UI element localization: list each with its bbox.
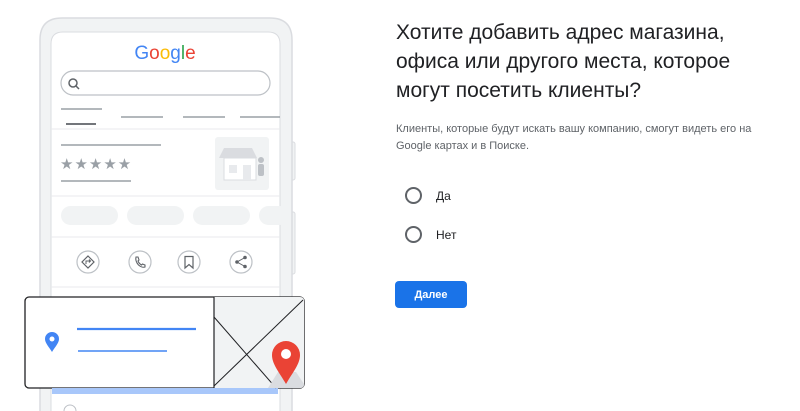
search-bar	[60, 70, 271, 96]
address-map-card	[24, 296, 305, 394]
page-description: Клиенты, которые будут искать вашу компа…	[396, 123, 752, 152]
bookmark-icon	[177, 250, 201, 274]
radio-no[interactable]	[405, 226, 422, 243]
phone-icon	[128, 250, 152, 274]
rating-stars: ★★★★★	[60, 155, 132, 173]
next-button[interactable]: Далее	[395, 281, 467, 308]
share-icon	[229, 250, 253, 274]
option-yes[interactable]: Да	[405, 187, 451, 204]
option-yes-label: Да	[436, 188, 451, 203]
google-logo: Google	[134, 43, 195, 64]
radio-yes[interactable]	[405, 187, 422, 204]
business-profile-illustration: Google ★★★★★	[24, 17, 305, 411]
store-thumbnail	[215, 137, 269, 190]
page-title: Хотите добавить адрес магазина, офиса ил…	[396, 21, 731, 102]
option-no-label: Нет	[436, 227, 457, 242]
option-no[interactable]: Нет	[405, 226, 456, 243]
directions-icon	[76, 250, 100, 274]
